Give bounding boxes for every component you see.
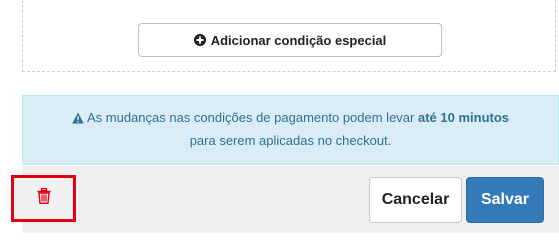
notice-text-before: As mudanças nas condições de pagamento p… xyxy=(86,110,415,125)
payment-changes-notice: As mudanças nas condições de pagamento p… xyxy=(22,95,559,165)
save-button[interactable]: Salvar xyxy=(466,177,544,223)
delete-button[interactable] xyxy=(11,175,76,222)
notice-text-after: para serem aplicadas no checkout. xyxy=(189,133,392,148)
warning-triangle-icon xyxy=(72,109,84,130)
plus-circle-icon xyxy=(193,34,206,46)
trash-icon xyxy=(37,187,51,209)
cancel-button[interactable]: Cancelar xyxy=(369,177,462,223)
add-special-condition-button[interactable]: Adicionar condição especial xyxy=(138,23,442,57)
notice-text-bold: até 10 minutos xyxy=(417,110,510,125)
add-special-condition-label: Adicionar condição especial xyxy=(210,32,387,48)
